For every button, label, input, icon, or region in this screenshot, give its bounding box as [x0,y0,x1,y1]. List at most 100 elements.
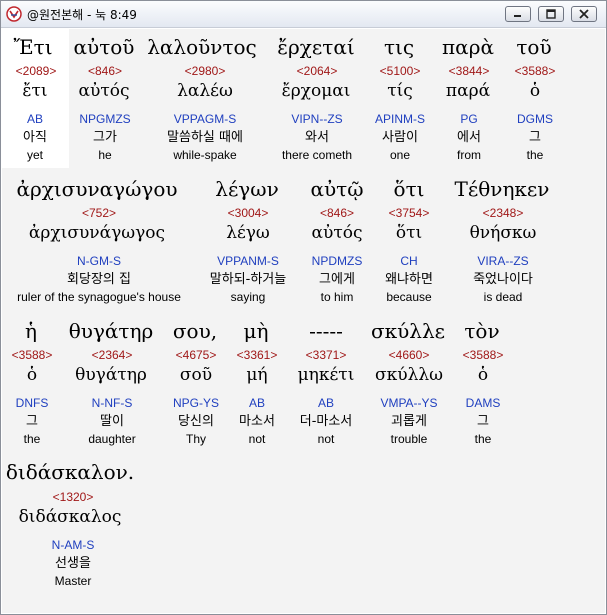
strong-number[interactable]: <3844> [449,65,490,77]
app-icon [6,6,22,22]
parsing-code: DGMS [517,112,553,126]
lemma: ὁ [529,81,541,101]
lemma: ἔτι [22,81,48,101]
lemma: τίς [387,81,413,101]
strong-number[interactable]: <3754> [389,207,430,219]
close-button[interactable] [571,6,597,22]
strong-number[interactable]: <4660> [389,349,430,361]
strong-number[interactable]: <3371> [306,349,347,361]
minimize-icon [514,15,521,17]
strong-number[interactable]: <846> [88,65,122,77]
parsing-code: PG [460,112,478,126]
english-gloss: Thy [185,432,207,446]
parsing-code: AB [26,112,44,126]
lemma: θυγάτηρ [75,365,147,385]
greek-word: μὴ [243,319,269,343]
korean-gloss: 괴롭게 [391,414,427,429]
parsing-code: CH [400,254,418,268]
title-bar[interactable]: @원전본해 - 눅 8:49 [1,1,606,28]
parsing-code: DAMS [465,396,501,410]
english-gloss: trouble [390,432,428,446]
english-gloss: there cometh [281,148,353,162]
strong-number[interactable]: <2089> [16,65,57,77]
english-gloss: Master [54,574,92,588]
strong-number[interactable]: <752> [82,207,116,219]
korean-gloss: 죽었나이다 [473,272,533,287]
lemma: ἀρχισυνάγωγος [28,223,166,243]
korean-gloss: 그에게 [319,272,355,287]
parsing-code: VIRA--ZS [477,254,529,268]
korean-gloss: 사람이 [382,130,418,145]
strong-number[interactable]: <2980> [185,65,226,77]
lemma: παρά [445,81,491,101]
maximize-button[interactable] [538,6,564,22]
english-gloss: saying [230,290,266,304]
parsing-code: NPDMZS [311,254,363,268]
english-gloss: one [389,148,411,162]
korean-gloss: 에서 [457,130,481,145]
greek-word: ----- [309,319,343,343]
parsing-code: DNFS [15,396,49,410]
parsing-code: N-GM-S [77,254,121,268]
lemma: σοῦ [179,365,213,385]
greek-word: ὅτι [393,177,425,201]
english-gloss: not [248,432,266,446]
greek-word: σου, [172,319,218,343]
greek-word: λέγων [215,177,279,201]
strong-number[interactable]: <3588> [463,349,504,361]
english-gloss: from [457,148,481,162]
greek-word: θυγάτηρ [68,319,154,343]
parsing-code: NPG-YS [172,396,220,410]
lemma: θνήσκω [469,223,537,243]
korean-gloss: 딸이 [100,414,124,429]
parsing-code: VIPN--ZS [291,112,343,126]
strong-number[interactable]: <1320> [53,491,94,503]
parsing-code: N-AM-S [51,538,95,552]
strong-number[interactable]: <3588> [12,349,53,361]
english-gloss: ruler of the synagogue's house [17,290,181,304]
minimize-button[interactable] [505,6,531,22]
parsing-code: N-NF-S [91,396,133,410]
strong-number[interactable]: <3004> [228,207,269,219]
strong-number[interactable]: <846> [320,207,354,219]
strong-number[interactable]: <5100> [380,65,421,77]
english-gloss: not [317,432,335,446]
korean-gloss: 말하되-하거늘 [209,272,287,287]
greek-word: σκύλλε [370,319,446,343]
korean-gloss: 그 [477,414,489,429]
strong-number[interactable]: <3361> [237,349,278,361]
parsing-code: APINM-S [374,112,426,126]
korean-gloss: 말씀하실 때에 [167,130,243,145]
korean-gloss: 더-마소서 [299,414,353,429]
lemma: αὐτός [78,81,130,101]
greek-word: τὸν [464,319,500,343]
greek-word: ἔρχεταί [277,35,355,59]
lemma: μή [246,365,268,385]
interlinear-content: Ἔτι <2089> ἔτι AB 아직 yet αὐτοῦ <846> αὐτ… [2,29,605,613]
close-icon [579,9,589,19]
greek-word: τοῦ [516,35,552,59]
korean-gloss: 와서 [305,130,329,145]
strong-number[interactable]: <2364> [92,349,133,361]
korean-gloss: 왜냐하면 [385,272,433,287]
korean-gloss: 선생을 [55,556,91,571]
lemma: ὅτι [395,223,423,243]
strong-number[interactable]: <4675> [176,349,217,361]
english-gloss: yet [26,148,44,162]
parsing-code: NPGMZS [79,112,131,126]
greek-word: αὐτῷ [310,177,364,201]
greek-word: αὐτοῦ [73,35,135,59]
strong-number[interactable]: <2064> [297,65,338,77]
lemma: ἔρχομαι [281,81,351,101]
maximize-icon [546,9,556,19]
strong-number[interactable]: <3588> [515,65,556,77]
greek-word: παρὰ [442,35,494,59]
korean-gloss: 마소서 [239,414,275,429]
app-window: @원전본해 - 눅 8:49 Ἔτι <2089> ἔτι AB 아직 yet … [0,0,607,615]
parsing-code: AB [317,396,335,410]
greek-word: τις [383,35,415,59]
strong-number[interactable]: <2348> [483,207,524,219]
english-gloss: he [98,148,112,162]
english-gloss: is dead [483,290,523,304]
greek-word: ἀρχισυναγώγου [16,177,178,201]
